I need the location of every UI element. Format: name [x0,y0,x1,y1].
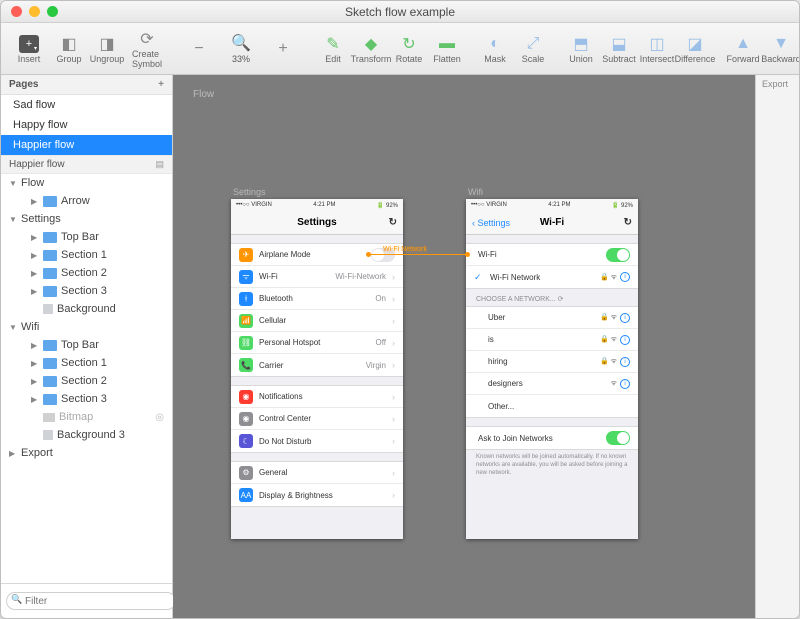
refresh-icon: ↻ [624,217,632,228]
layer-topbar-2[interactable]: ▶Top Bar [1,336,172,354]
ungroup-button[interactable]: ◨Ungroup [89,32,125,66]
visibility-off-icon[interactable]: ◎ [155,412,164,423]
row-notifications: ◉Notifications› [231,386,403,408]
main-area: Pages + Sad flow Happy flow Happier flow… [1,75,799,618]
row-hotspot: ⛓Personal HotspotOff› [231,332,403,354]
choose-header: CHOOSE A NETWORK... ⟳ [466,289,638,306]
network-uber: Uber🔒 ᯤ i [466,307,638,329]
row-connected: ✓Wi-Fi Network🔒 ᯤ i [466,266,638,288]
row-bluetooth: ᚼBluetoothOn› [231,288,403,310]
zoom-level[interactable]: 🔍33% [221,31,261,66]
inspector-header: Export [756,75,799,93]
layer-settings[interactable]: ▼Settings [1,210,172,228]
edit-button[interactable]: ✎Edit [315,32,351,66]
flatten-button[interactable]: ▬Flatten [429,32,465,66]
layer-section1-1[interactable]: ▶Section 1 [1,246,172,264]
app-window: Sketch flow example +Insert ◧Group ◨Ungr… [0,0,800,619]
backward-button[interactable]: ▼Backward [763,32,799,66]
row-airplane: ✈Airplane Mode [231,244,403,266]
row-cellular: 📶Cellular› [231,310,403,332]
artboard-label-settings[interactable]: Settings [233,187,266,197]
layer-section2-2[interactable]: ▶Section 2 [1,372,172,390]
back-button: ‹ Settings [472,218,510,228]
artboard-list-icon[interactable]: ▤ [155,159,164,170]
group-button[interactable]: ◧Group [51,32,87,66]
window-title: Sketch flow example [1,5,799,19]
insert-button[interactable]: +Insert [9,32,49,66]
filter-input[interactable] [6,592,176,610]
subtract-button[interactable]: ⬓Subtract [601,32,637,66]
layer-export[interactable]: ▶Export [1,444,172,462]
layers-sidebar: Pages + Sad flow Happy flow Happier flow… [1,75,173,618]
sidebar-footer: ✂ / 4 [1,583,172,618]
layer-bitmap[interactable]: Bitmap◎ [1,408,172,426]
ask-toggle [606,431,630,445]
transform-button[interactable]: ◆Transform [353,32,389,66]
row-ask: Ask to Join Networks [466,427,638,449]
layer-section3-2[interactable]: ▶Section 3 [1,390,172,408]
flow-group-label: Flow [193,89,214,100]
forward-button[interactable]: ▲Forward [725,32,761,66]
wifi-toggle [606,248,630,262]
artboard-settings[interactable]: •••○○ VIRGIN 4:21 PM 🔋 92% Settings ↻ ✈A… [231,199,403,539]
layer-section2-1[interactable]: ▶Section 2 [1,264,172,282]
status-bar-wifi: •••○○ VIRGIN 4:21 PM 🔋 92% [466,199,638,211]
layer-section3-1[interactable]: ▶Section 3 [1,282,172,300]
difference-button[interactable]: ◪Difference [677,32,713,66]
row-dnd: ☾Do Not Disturb› [231,430,403,452]
row-display: AADisplay & Brightness› [231,484,403,506]
page-item-happier-flow[interactable]: Happier flow [1,135,172,155]
window-titlebar: Sketch flow example [1,1,799,23]
zoom-in-button[interactable]: + [263,37,303,61]
layer-topbar-1[interactable]: ▶Top Bar [1,228,172,246]
layer-arrow[interactable]: ▶Arrow [1,192,172,210]
page-item-happy-flow[interactable]: Happy flow [1,115,172,135]
rotate-button[interactable]: ↻Rotate [391,32,427,66]
add-page-icon[interactable]: + [158,79,164,90]
row-wifi: ᯤWi-FiWi-Fi-Network› [231,266,403,288]
union-button[interactable]: ⬒Union [563,32,599,66]
ask-hint: Known networks will be joined automatica… [466,450,638,481]
flow-connection[interactable] [368,254,468,255]
toolbar: +Insert ◧Group ◨Ungroup ⟳Create Symbol −… [1,23,799,75]
layer-flow[interactable]: ▼Flow [1,174,172,192]
network-designers: designersᯤ i [466,373,638,395]
row-carrier: 📞CarrierVirgin› [231,354,403,376]
flow-connection-label: Wi-Fi Network [383,246,427,253]
layer-list: ▼Flow ▶Arrow ▼Settings ▶Top Bar ▶Section… [1,174,172,583]
refresh-icon: ↻ [389,217,397,228]
create-symbol-button[interactable]: ⟳Create Symbol [127,27,167,71]
navbar-wifi: ‹ Settings Wi-Fi ↻ [466,211,638,235]
layerlist-header: Happier flow ▤ [1,155,172,174]
network-other: Other... [466,395,638,417]
network-is: is🔒 ᯤ i [466,329,638,351]
row-general: ⚙General› [231,462,403,484]
artboard-wifi[interactable]: •••○○ VIRGIN 4:21 PM 🔋 92% ‹ Settings Wi… [466,199,638,539]
layer-wifi[interactable]: ▼Wifi [1,318,172,336]
mask-button[interactable]: ◐Mask [477,32,513,66]
navbar-settings: Settings ↻ [231,211,403,235]
page-item-sad-flow[interactable]: Sad flow [1,95,172,115]
network-hiring: hiring🔒 ᯤ i [466,351,638,373]
scale-button[interactable]: ⤢Scale [515,32,551,66]
layer-background3[interactable]: Background 3 [1,426,172,444]
layer-section1-2[interactable]: ▶Section 1 [1,354,172,372]
zoom-out-button[interactable]: − [179,37,219,61]
canvas[interactable]: Flow Settings Wifi •••○○ VIRGIN 4:21 PM … [173,75,755,618]
row-controlcenter: ◉Control Center› [231,408,403,430]
row-wifi-toggle: Wi-Fi [466,244,638,266]
inspector-panel: Export [755,75,799,618]
artboard-label-wifi[interactable]: Wifi [468,187,483,197]
intersect-button[interactable]: ◫Intersect [639,32,675,66]
pages-header: Pages + [1,75,172,95]
layer-background[interactable]: Background [1,300,172,318]
status-bar: •••○○ VIRGIN 4:21 PM 🔋 92% [231,199,403,211]
